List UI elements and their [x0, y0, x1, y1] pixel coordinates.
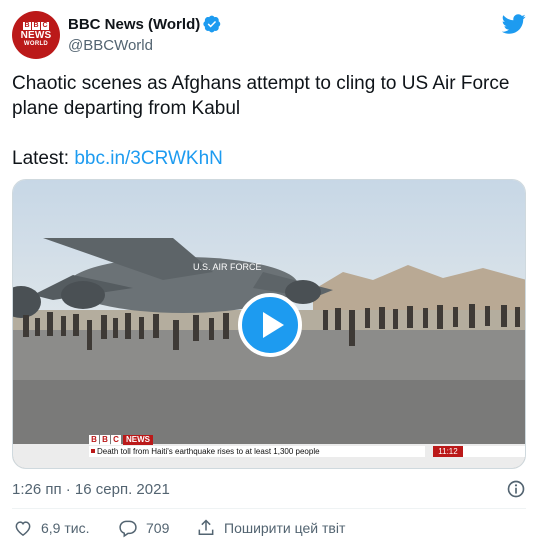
news-ticker: B B C NEWS Death toll from Haiti's earth… — [89, 434, 525, 457]
heart-icon — [15, 521, 31, 536]
like-button[interactable]: 6,9 тис. — [13, 516, 89, 540]
play-button[interactable] — [238, 293, 302, 357]
ticker-time: 11:12 — [433, 446, 463, 457]
ticker-bbc-logo: B B C NEWS — [89, 434, 153, 445]
avatar-bbc-logo: B B C — [23, 22, 49, 30]
ticker-letter: B — [89, 434, 99, 445]
ticker-spacer — [463, 446, 525, 457]
author-name-row[interactable]: BBC News (World) — [68, 15, 221, 33]
share-icon — [198, 519, 214, 535]
reply-count: 709 — [146, 520, 170, 536]
twitter-bird-icon[interactable] — [502, 12, 526, 36]
verified-icon — [203, 15, 221, 33]
plane-marking: U.S. AIR FORCE — [193, 262, 262, 272]
tweet-latest-line: Latest: bbc.in/3CRWKhN — [12, 146, 223, 171]
avatar-letter: B — [23, 22, 31, 30]
video-player[interactable]: U.S. AIR FORCE B B C NEWS Death toll fro… — [12, 179, 526, 469]
latest-label: Latest: — [12, 148, 70, 169]
share-button[interactable]: Поширити цей твіт — [196, 516, 345, 540]
avatar-news-text: NEWS — [20, 30, 52, 41]
ticker-letter: C — [111, 434, 121, 445]
avatar-letter: B — [32, 22, 40, 30]
ticker-headline: Death toll from Haiti's earthquake rises… — [89, 446, 425, 457]
handle[interactable]: @BBCWorld — [68, 37, 153, 54]
share-label: Поширити цей твіт — [224, 520, 346, 536]
tweet-text: Chaotic scenes as Afghans attempt to cli… — [12, 73, 510, 119]
avatar[interactable]: B B C NEWS WORLD — [12, 11, 60, 59]
display-name[interactable]: BBC News (World) — [68, 16, 200, 33]
reply-button[interactable]: 709 — [118, 516, 169, 540]
tweet-timestamp[interactable]: 1:26 пп · 16 серп. 2021 — [12, 481, 170, 498]
avatar-letter: C — [41, 22, 49, 30]
ticker-letter: B — [100, 434, 110, 445]
info-icon[interactable] — [506, 479, 526, 499]
reply-icon — [119, 520, 137, 538]
avatar-world-text: WORLD — [23, 41, 49, 47]
ticker-news-tag: NEWS — [123, 434, 153, 445]
tweet-link[interactable]: bbc.in/3CRWKhN — [74, 148, 223, 169]
action-bar: 6,9 тис. 709 Поширити цей твіт — [0, 516, 543, 540]
like-count: 6,9 тис. — [41, 520, 90, 536]
divider — [12, 508, 526, 509]
tweet-card: B B C NEWS WORLD BBC News (World) @BBCWo… — [0, 0, 543, 548]
play-icon — [262, 312, 284, 338]
